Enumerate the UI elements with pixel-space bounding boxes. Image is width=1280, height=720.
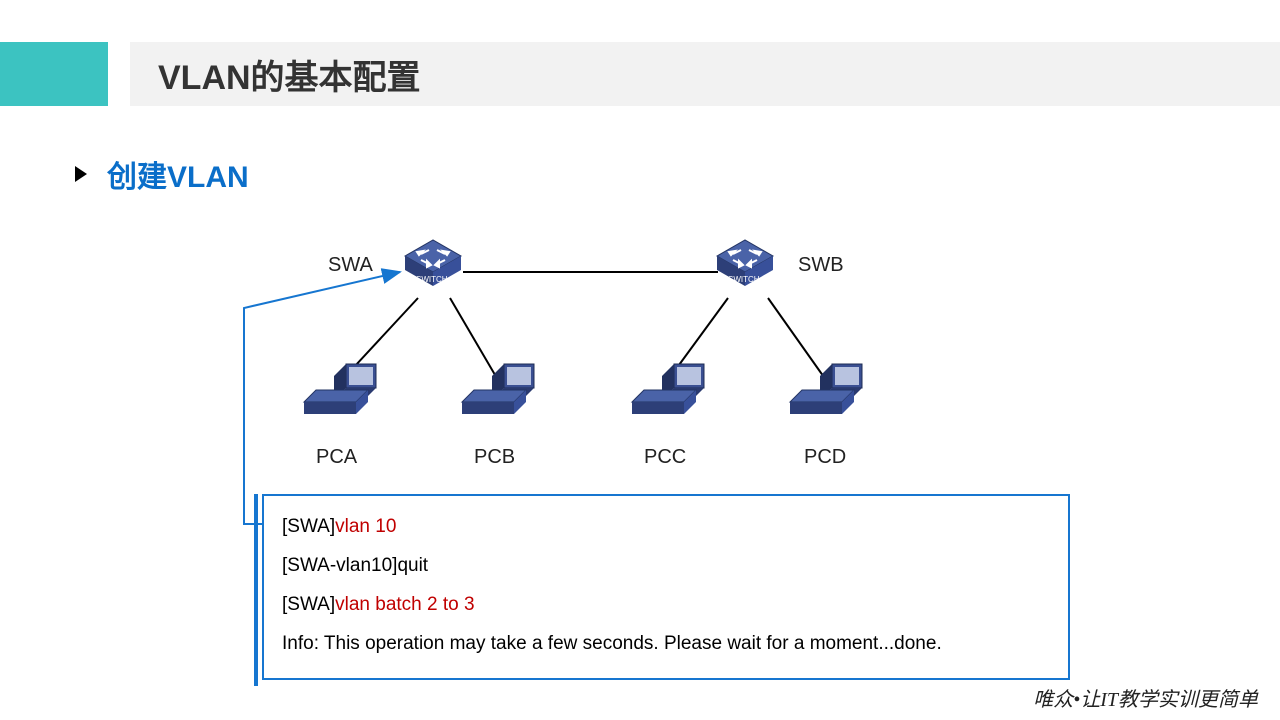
cli-output-box: [SWA]vlan 10 [SWA-vlan10]quit [SWA]vlan … bbox=[262, 494, 1070, 680]
cli-box-accent bbox=[254, 494, 258, 686]
subheading-text: 创建VLAN bbox=[107, 152, 249, 196]
switch-icon: SWITCH bbox=[710, 234, 780, 304]
network-topology-diagram: SWITCH SWA SWITCH SWB PCA bbox=[220, 230, 940, 490]
label-pcb: PCB bbox=[474, 446, 515, 469]
switch-icon: SWITCH bbox=[398, 234, 468, 304]
computer-icon bbox=[626, 360, 706, 430]
label-pcc: PCC bbox=[644, 446, 686, 469]
svg-text:SWITCH: SWITCH bbox=[416, 275, 448, 284]
cli-line: [SWA-vlan10]quit bbox=[282, 547, 1050, 586]
page-title: VLAN的基本配置 bbox=[130, 42, 1280, 106]
cli-line: [SWA]vlan 10 bbox=[282, 508, 1050, 547]
computer-icon bbox=[298, 360, 378, 430]
label-swb: SWB bbox=[798, 254, 844, 277]
label-pcd: PCD bbox=[804, 446, 846, 469]
computer-icon bbox=[784, 360, 864, 430]
footer-note: 唯众•让IT教学实训更简单 bbox=[1033, 683, 1258, 712]
bullet-triangle-icon bbox=[75, 166, 87, 182]
label-pca: PCA bbox=[316, 446, 357, 469]
title-bar: VLAN的基本配置 bbox=[0, 42, 1280, 106]
svg-text:SWITCH: SWITCH bbox=[728, 275, 760, 284]
cli-line: Info: This operation may take a few seco… bbox=[282, 625, 1050, 664]
title-accent-block bbox=[0, 42, 108, 106]
cli-line: [SWA]vlan batch 2 to 3 bbox=[282, 586, 1050, 625]
subheading: 创建VLAN bbox=[75, 152, 249, 196]
computer-icon bbox=[456, 360, 536, 430]
label-swa: SWA bbox=[328, 254, 373, 277]
